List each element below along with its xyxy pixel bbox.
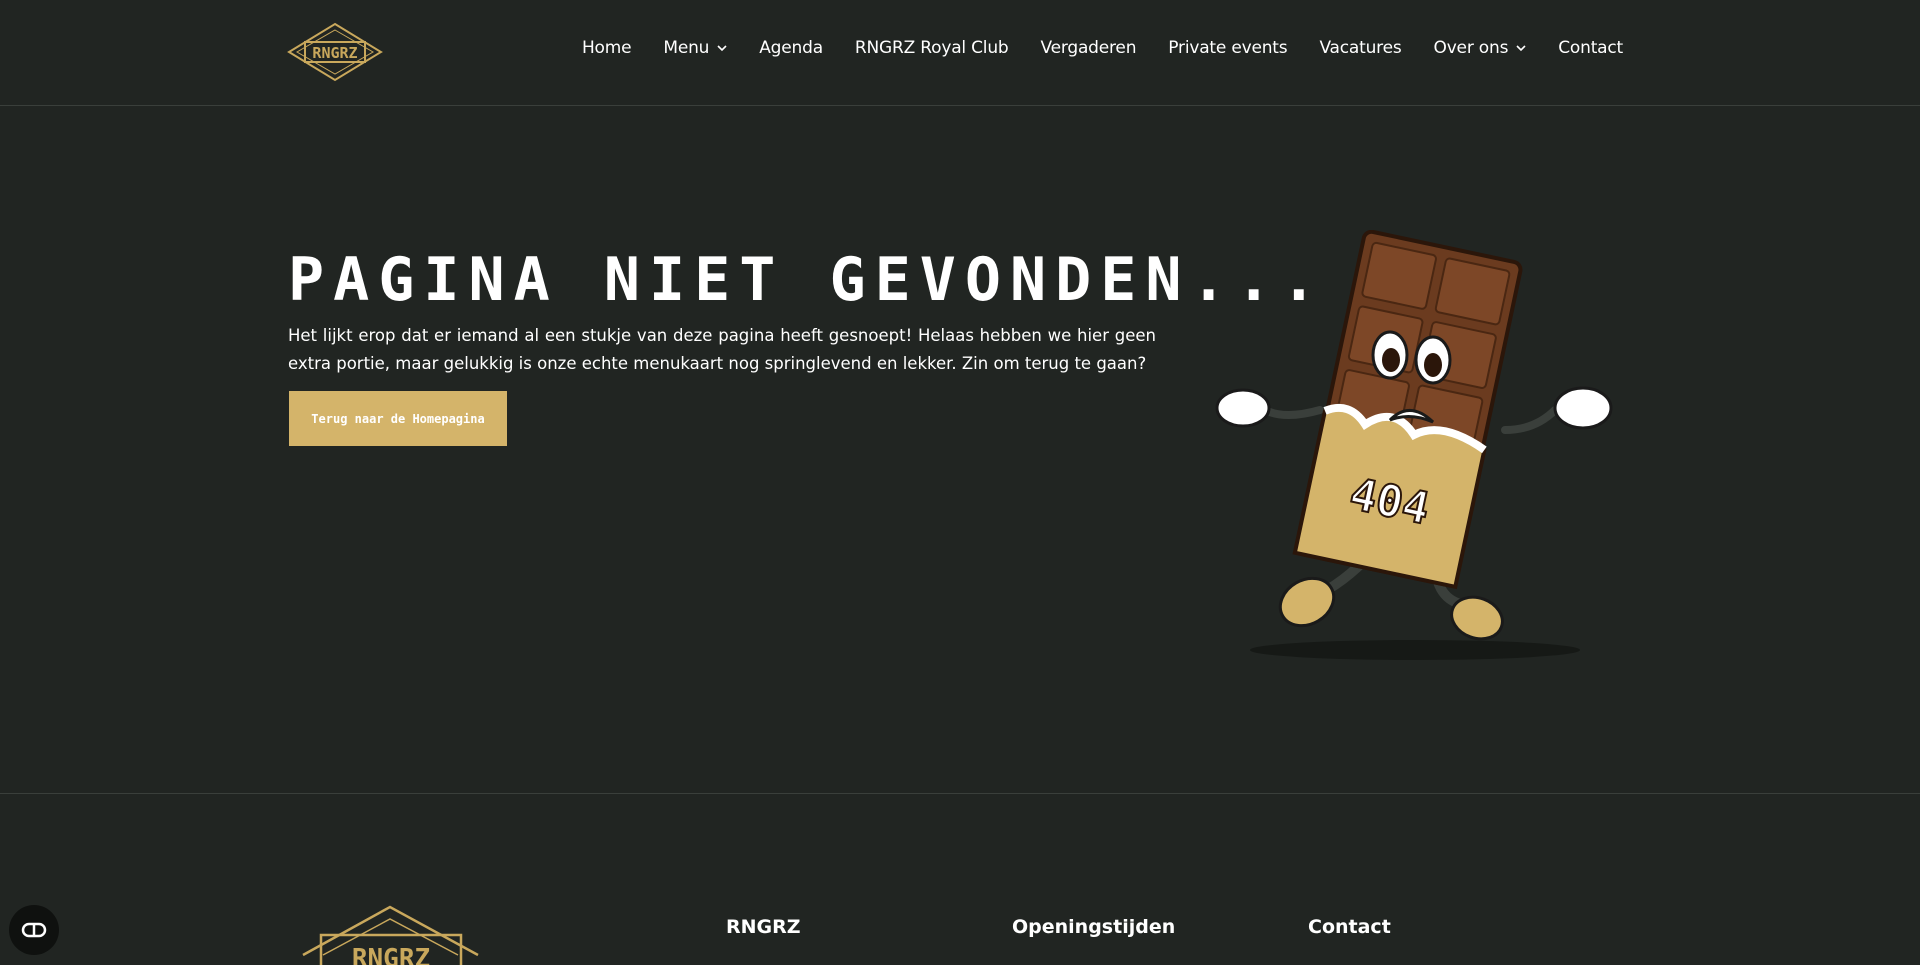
nav-item-vacatures[interactable]: Vacatures [1319,38,1401,58]
page-title: PAGINA NIET GEVONDEN... [288,245,1326,315]
nav-item-home[interactable]: Home [582,38,632,58]
back-to-home-button[interactable]: Terug naar de Homepagina [289,391,507,446]
footer-heading-contact: Contact [1308,916,1391,938]
accessibility-icon [21,922,47,938]
footer-heading-rngrz: RNGRZ [726,916,801,938]
nav-item-menu[interactable]: Menu [663,38,727,58]
accessibility-button[interactable] [9,905,59,955]
chevron-down-icon [1516,45,1526,52]
nav-item-agenda[interactable]: Agenda [759,38,823,58]
chevron-down-icon [717,45,727,52]
svg-text:RNGRZ: RNGRZ [352,944,430,965]
nav-item-private-events[interactable]: Private events [1168,38,1287,58]
chocolate-bar-mascot-illustration: 404 [1215,230,1613,660]
footer-logo[interactable]: RNGRZ [293,905,488,965]
logo[interactable]: RNGRZ [287,22,383,82]
nav-item-over-ons[interactable]: Over ons [1434,38,1527,58]
section-divider [0,793,1920,794]
nav-item-vergaderen[interactable]: Vergaderen [1041,38,1137,58]
svg-text:RNGRZ: RNGRZ [312,44,357,62]
site-header: RNGRZ Home Menu Agenda RNGRZ Royal Club … [0,0,1920,106]
hero-description: Het lijkt erop dat er iemand al een stuk… [288,326,1156,373]
nav-item-royal-club[interactable]: RNGRZ Royal Club [855,38,1009,58]
footer-heading-openingstijden: Openingstijden [1012,916,1176,938]
main-nav: Home Menu Agenda RNGRZ Royal Club Vergad… [550,38,1623,58]
nav-item-contact[interactable]: Contact [1558,38,1623,58]
